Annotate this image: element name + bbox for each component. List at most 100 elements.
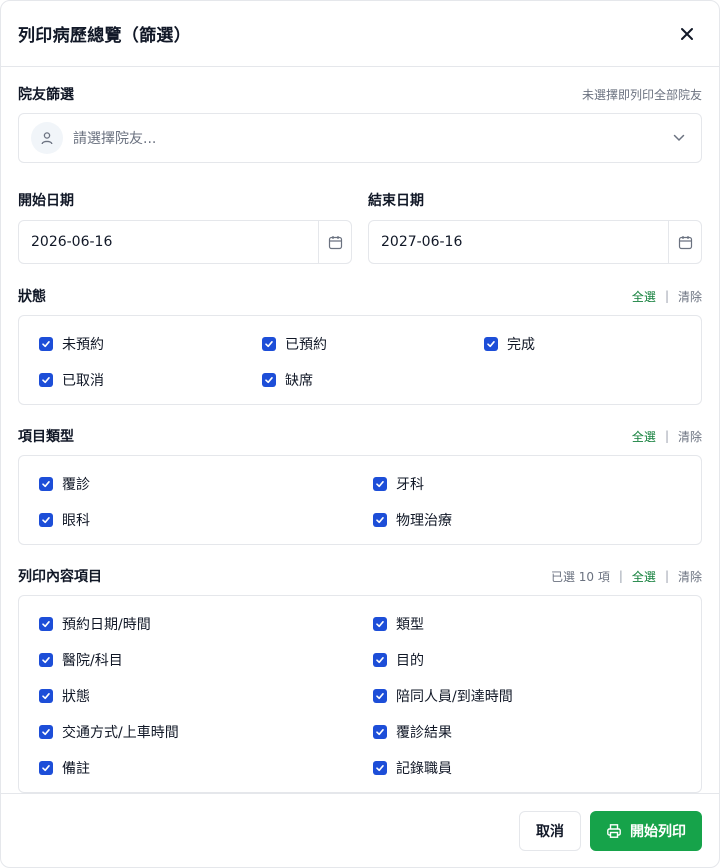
type-checkbox-item[interactable]: 牙科 [373, 466, 701, 502]
type-checkbox-item[interactable]: 覆診 [39, 466, 373, 502]
checkbox-checked-icon [373, 725, 387, 739]
status-checkbox-item[interactable]: 已取消 [39, 362, 262, 398]
start-print-button[interactable]: 開始列印 [590, 810, 702, 851]
checkbox-checked-icon [39, 725, 53, 739]
types-select-all-button[interactable]: 全選 [632, 428, 656, 445]
end-date-value: 2027-06-16 [381, 234, 463, 250]
checkbox-checked-icon [39, 761, 53, 775]
checkbox-checked-icon [262, 337, 276, 351]
printer-icon [607, 823, 621, 838]
status-clear-button[interactable]: 清除 [678, 288, 702, 305]
status-checkbox-item[interactable]: 已預約 [262, 326, 484, 362]
user-icon [41, 132, 53, 145]
print-dialog: 列印病歷總覽（篩選） 院友篩選 未選擇即列印全部院友 請選擇院友... 開始日期… [0, 0, 720, 868]
end-date-label: 結束日期 [368, 193, 424, 209]
checkbox-label: 交通方式/上車時間 [62, 725, 179, 741]
start-date-group: 開始日期 2026-06-16 [18, 190, 352, 264]
close-icon [681, 27, 693, 40]
status-checkbox-item[interactable]: 未預約 [39, 326, 262, 362]
checkbox-checked-icon [39, 477, 53, 491]
checkbox-label: 眼科 [62, 513, 90, 529]
type-checkbox-item[interactable]: 物理治療 [373, 502, 701, 538]
end-date-input[interactable]: 2027-06-16 [368, 220, 702, 264]
field-checkbox-item[interactable]: 覆診結果 [373, 714, 701, 750]
checkbox-label: 未預約 [62, 337, 104, 353]
field-checkbox-item[interactable]: 預約日期/時間 [39, 606, 373, 642]
checkbox-label: 完成 [507, 337, 535, 353]
checkbox-label: 缺席 [285, 373, 313, 389]
status-select-all-button[interactable]: 全選 [632, 288, 656, 305]
resident-section-header: 院友篩選 未選擇即列印全部院友 [18, 84, 702, 104]
fields-checkbox-group: 預約日期/時間 類型 醫院/科目 目的 狀態 陪同人員/到達時間 交通方式/上車… [18, 595, 702, 793]
types-clear-button[interactable]: 清除 [678, 428, 702, 445]
field-checkbox-item[interactable]: 交通方式/上車時間 [39, 714, 373, 750]
checkbox-label: 覆診 [62, 477, 90, 493]
fields-select-all-button[interactable]: 全選 [632, 568, 656, 585]
dialog-header: 列印病歷總覽（篩選） [1, 1, 719, 67]
fields-section-header: 列印內容項目 已選 10 項 | 全選 | 清除 [18, 566, 702, 586]
checkbox-label: 類型 [396, 617, 424, 633]
field-checkbox-item[interactable]: 目的 [373, 642, 701, 678]
start-date-picker-button[interactable] [318, 221, 351, 263]
field-checkbox-item[interactable]: 備註 [39, 750, 373, 786]
checkbox-label: 記錄職員 [396, 761, 452, 777]
field-checkbox-item[interactable]: 陪同人員/到達時間 [373, 678, 701, 714]
fields-clear-button[interactable]: 清除 [678, 568, 702, 585]
calendar-icon [678, 235, 692, 249]
dialog-footer: 取消 開始列印 [1, 793, 719, 867]
checkbox-checked-icon [39, 653, 53, 667]
checkbox-checked-icon [373, 761, 387, 775]
checkbox-label: 陪同人員/到達時間 [396, 689, 513, 705]
checkbox-label: 醫院/科目 [62, 653, 123, 669]
type-checkbox-item[interactable]: 眼科 [39, 502, 373, 538]
status-checkbox-group: 未預約 已預約 完成 已取消 缺席 [18, 315, 702, 405]
status-label: 狀態 [18, 289, 46, 305]
checkbox-label: 已預約 [285, 337, 327, 353]
types-section-header: 項目類型 全選 | 清除 [18, 426, 702, 446]
status-checkbox-item[interactable]: 缺席 [262, 362, 484, 398]
types-checkbox-group: 覆診 牙科 眼科 物理治療 [18, 455, 702, 545]
resident-hint: 未選擇即列印全部院友 [581, 87, 702, 102]
checkbox-label: 目的 [396, 653, 424, 669]
divider: | [664, 289, 669, 303]
checkbox-checked-icon [39, 337, 53, 351]
status-checkbox-item[interactable]: 完成 [484, 326, 701, 362]
checkbox-label: 牙科 [396, 477, 424, 493]
fields-label: 列印內容項目 [18, 569, 102, 585]
cancel-button[interactable]: 取消 [519, 810, 581, 851]
checkbox-label: 覆診結果 [396, 725, 452, 741]
checkbox-label: 狀態 [62, 689, 90, 705]
checkbox-checked-icon [39, 689, 53, 703]
start-date-value: 2026-06-16 [31, 234, 113, 250]
divider: | [618, 569, 623, 583]
end-date-picker-button[interactable] [668, 221, 701, 263]
checkbox-checked-icon [39, 617, 53, 631]
resident-label: 院友篩選 [18, 87, 74, 103]
start-date-input[interactable]: 2026-06-16 [18, 220, 352, 264]
field-checkbox-item[interactable]: 醫院/科目 [39, 642, 373, 678]
checkbox-label: 預約日期/時間 [62, 617, 151, 633]
chevron-down-icon [673, 134, 685, 142]
fields-actions: 已選 10 項 | 全選 | 清除 [551, 568, 702, 585]
checkbox-label: 備註 [62, 761, 90, 777]
start-print-label: 開始列印 [630, 823, 686, 840]
dialog-title: 列印病歷總覽（篩選） [18, 26, 191, 46]
checkbox-checked-icon [373, 513, 387, 527]
status-section-header: 狀態 全選 | 清除 [18, 286, 702, 306]
divider: | [664, 569, 669, 583]
dialog-body: 院友篩選 未選擇即列印全部院友 請選擇院友... 開始日期 2026-06-16 [1, 84, 719, 793]
checkbox-checked-icon [373, 477, 387, 491]
date-range: 開始日期 2026-06-16 結束日期 2027-06-16 [18, 190, 702, 264]
status-actions: 全選 | 清除 [632, 288, 702, 305]
checkbox-checked-icon [39, 513, 53, 527]
field-checkbox-item[interactable]: 狀態 [39, 678, 373, 714]
field-checkbox-item[interactable]: 記錄職員 [373, 750, 701, 786]
field-checkbox-item[interactable]: 類型 [373, 606, 701, 642]
checkbox-checked-icon [484, 337, 498, 351]
checkbox-checked-icon [373, 653, 387, 667]
divider: | [664, 429, 669, 443]
resident-placeholder: 請選擇院友... [73, 131, 157, 147]
close-button[interactable] [673, 20, 701, 48]
resident-select[interactable]: 請選擇院友... [18, 113, 702, 163]
checkbox-checked-icon [39, 373, 53, 387]
